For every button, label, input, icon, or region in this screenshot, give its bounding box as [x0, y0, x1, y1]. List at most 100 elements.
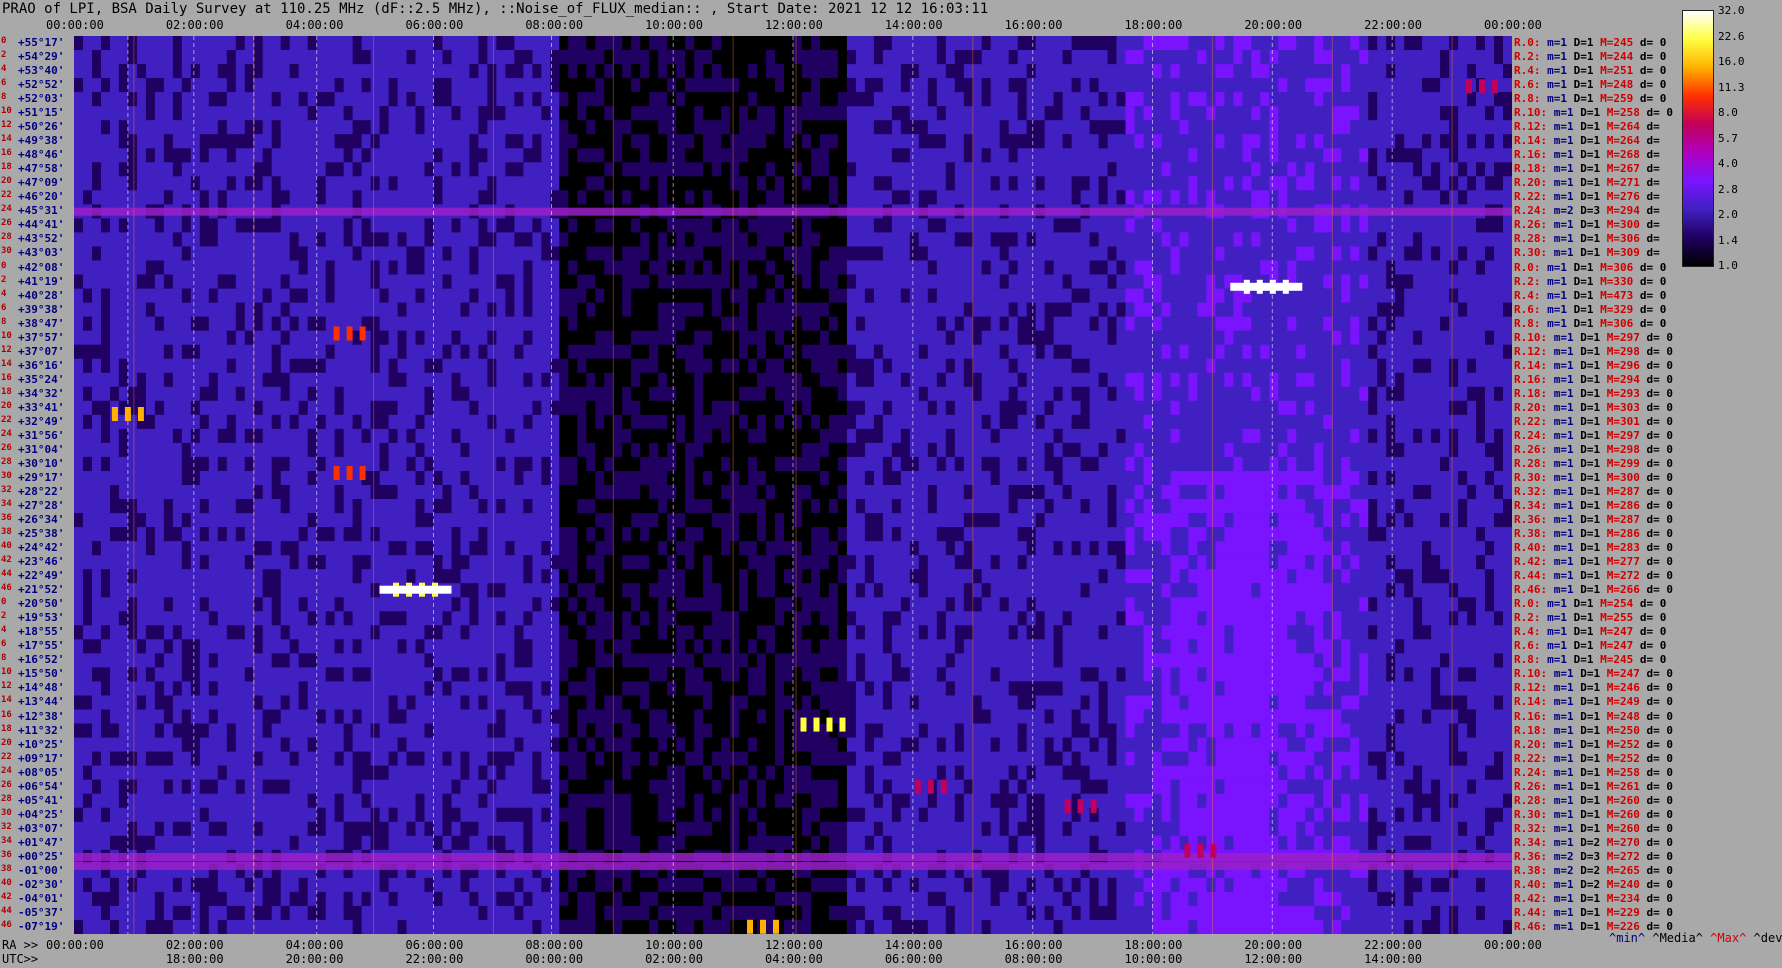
heatmap-cell: [136, 765, 147, 780]
heatmap-cell: [190, 639, 201, 654]
heatmap-cell: [101, 92, 111, 107]
heatmap-cell: [271, 386, 282, 402]
heatmap-cell: [361, 428, 372, 444]
heatmap-cell: [595, 583, 605, 598]
heatmap-cell: [307, 611, 318, 626]
heatmap-cell: [217, 36, 228, 51]
heatmap-cell: [262, 625, 273, 640]
heatmap-cell: [352, 414, 363, 430]
heatmap-cell: [685, 681, 695, 696]
heatmap-cell: [388, 232, 399, 247]
heatmap-cell: [730, 751, 740, 766]
heatmap-cell: [397, 36, 408, 51]
heatmap-cell: [559, 499, 569, 514]
heatmap-cell: [532, 372, 542, 388]
heatmap-cell: [496, 527, 506, 542]
heatmap-cell: [163, 64, 174, 79]
heatmap-cell: [163, 120, 174, 135]
heatmap-cell: [307, 134, 318, 149]
heatmap-cell: [154, 148, 165, 163]
heatmap-cell: [136, 667, 147, 682]
heatmap-cell: [289, 232, 300, 247]
heatmap-cell: [514, 569, 524, 584]
heatmap-cell: [199, 499, 210, 514]
heatmap-cell: [334, 106, 345, 121]
heatmap-cell: [253, 274, 264, 289]
heatmap-cell: [631, 400, 641, 416]
heatmap-cell: [694, 807, 704, 822]
heatmap-cell: [658, 232, 668, 247]
heatmap-cell: [163, 260, 174, 275]
top-tick-label: 22:00:00: [1364, 18, 1422, 32]
heatmap-cell: [766, 765, 776, 780]
heatmap-cell: [145, 639, 156, 654]
heatmap-cell: [658, 288, 668, 303]
heatmap-cell: [514, 302, 524, 317]
heatmap-cell: [496, 120, 506, 135]
heatmap-cell: [442, 36, 452, 51]
heatmap-cell: [172, 232, 183, 247]
heatmap-cell: [694, 835, 704, 851]
heatmap-cell: [469, 288, 479, 303]
heatmap-cell: [622, 344, 632, 359]
heatmap-cell: [271, 681, 282, 696]
heatmap-cell: [172, 723, 183, 738]
heatmap-cell: [280, 330, 291, 345]
heatmap-cell: [190, 414, 201, 430]
heatmap-cell: [83, 218, 93, 233]
heatmap-cell: [101, 807, 111, 822]
heatmap-cell: [92, 821, 102, 837]
heatmap-cell: [694, 162, 704, 177]
heatmap-cell: [74, 597, 84, 612]
heatmap-cell: [469, 891, 479, 907]
heatmap-cell: [766, 807, 776, 822]
heatmap-cell: [487, 176, 497, 191]
heatmap-cell: [442, 891, 452, 907]
heatmap-cell: [92, 807, 102, 822]
heatmap-cell: [595, 597, 605, 612]
heatmap-cell: [748, 78, 758, 93]
heatmap-cell: [379, 442, 390, 458]
heatmap-cell: [676, 485, 686, 500]
heatmap-cell: [667, 485, 677, 500]
heatmap-cell: [739, 330, 749, 345]
heatmap-cell: [721, 877, 731, 893]
heatmap-cell: [721, 218, 731, 233]
heatmap-cell: [352, 709, 363, 724]
heatmap-cell: [676, 877, 686, 893]
heatmap-cell: [271, 50, 282, 65]
heatmap-cell: [739, 246, 749, 261]
heatmap-cell: [154, 302, 165, 317]
heatmap-cell: [496, 835, 506, 851]
heatmap-cell: [487, 386, 497, 402]
heatmap-cell: [721, 765, 731, 780]
heatmap-cell: [154, 639, 165, 654]
heatmap-cell: [262, 316, 273, 331]
heatmap-cell: [685, 372, 695, 388]
heatmap-cell: [208, 92, 219, 107]
heatmap-cell: [388, 92, 399, 107]
heatmap-cell: [289, 695, 300, 710]
heatmap-cell: [289, 569, 300, 584]
heatmap-cell: [685, 428, 695, 444]
heatmap-cell: [649, 106, 659, 121]
heatmap-cell: [460, 821, 470, 837]
heatmap-cell: [586, 302, 596, 317]
heatmap-cell: [559, 148, 569, 163]
heatmap-cell: [307, 372, 318, 388]
heatmap-cell: [83, 569, 93, 584]
heatmap-cell: [370, 232, 381, 247]
heatmap-cell: [559, 555, 569, 570]
heatmap-cell: [640, 78, 650, 93]
heatmap-cell: [451, 639, 461, 654]
heatmap-cell: [172, 442, 183, 458]
heatmap-cell: [379, 653, 390, 668]
heatmap-cell: [676, 246, 686, 261]
heatmap-cell: [289, 372, 300, 388]
heatmap-cell: [334, 92, 345, 107]
heatmap-cell: [370, 344, 381, 359]
heatmap-cell: [730, 835, 740, 851]
heatmap-cell: [388, 485, 399, 500]
heatmap-cell: [262, 681, 273, 696]
heatmap-cell: [523, 218, 533, 233]
